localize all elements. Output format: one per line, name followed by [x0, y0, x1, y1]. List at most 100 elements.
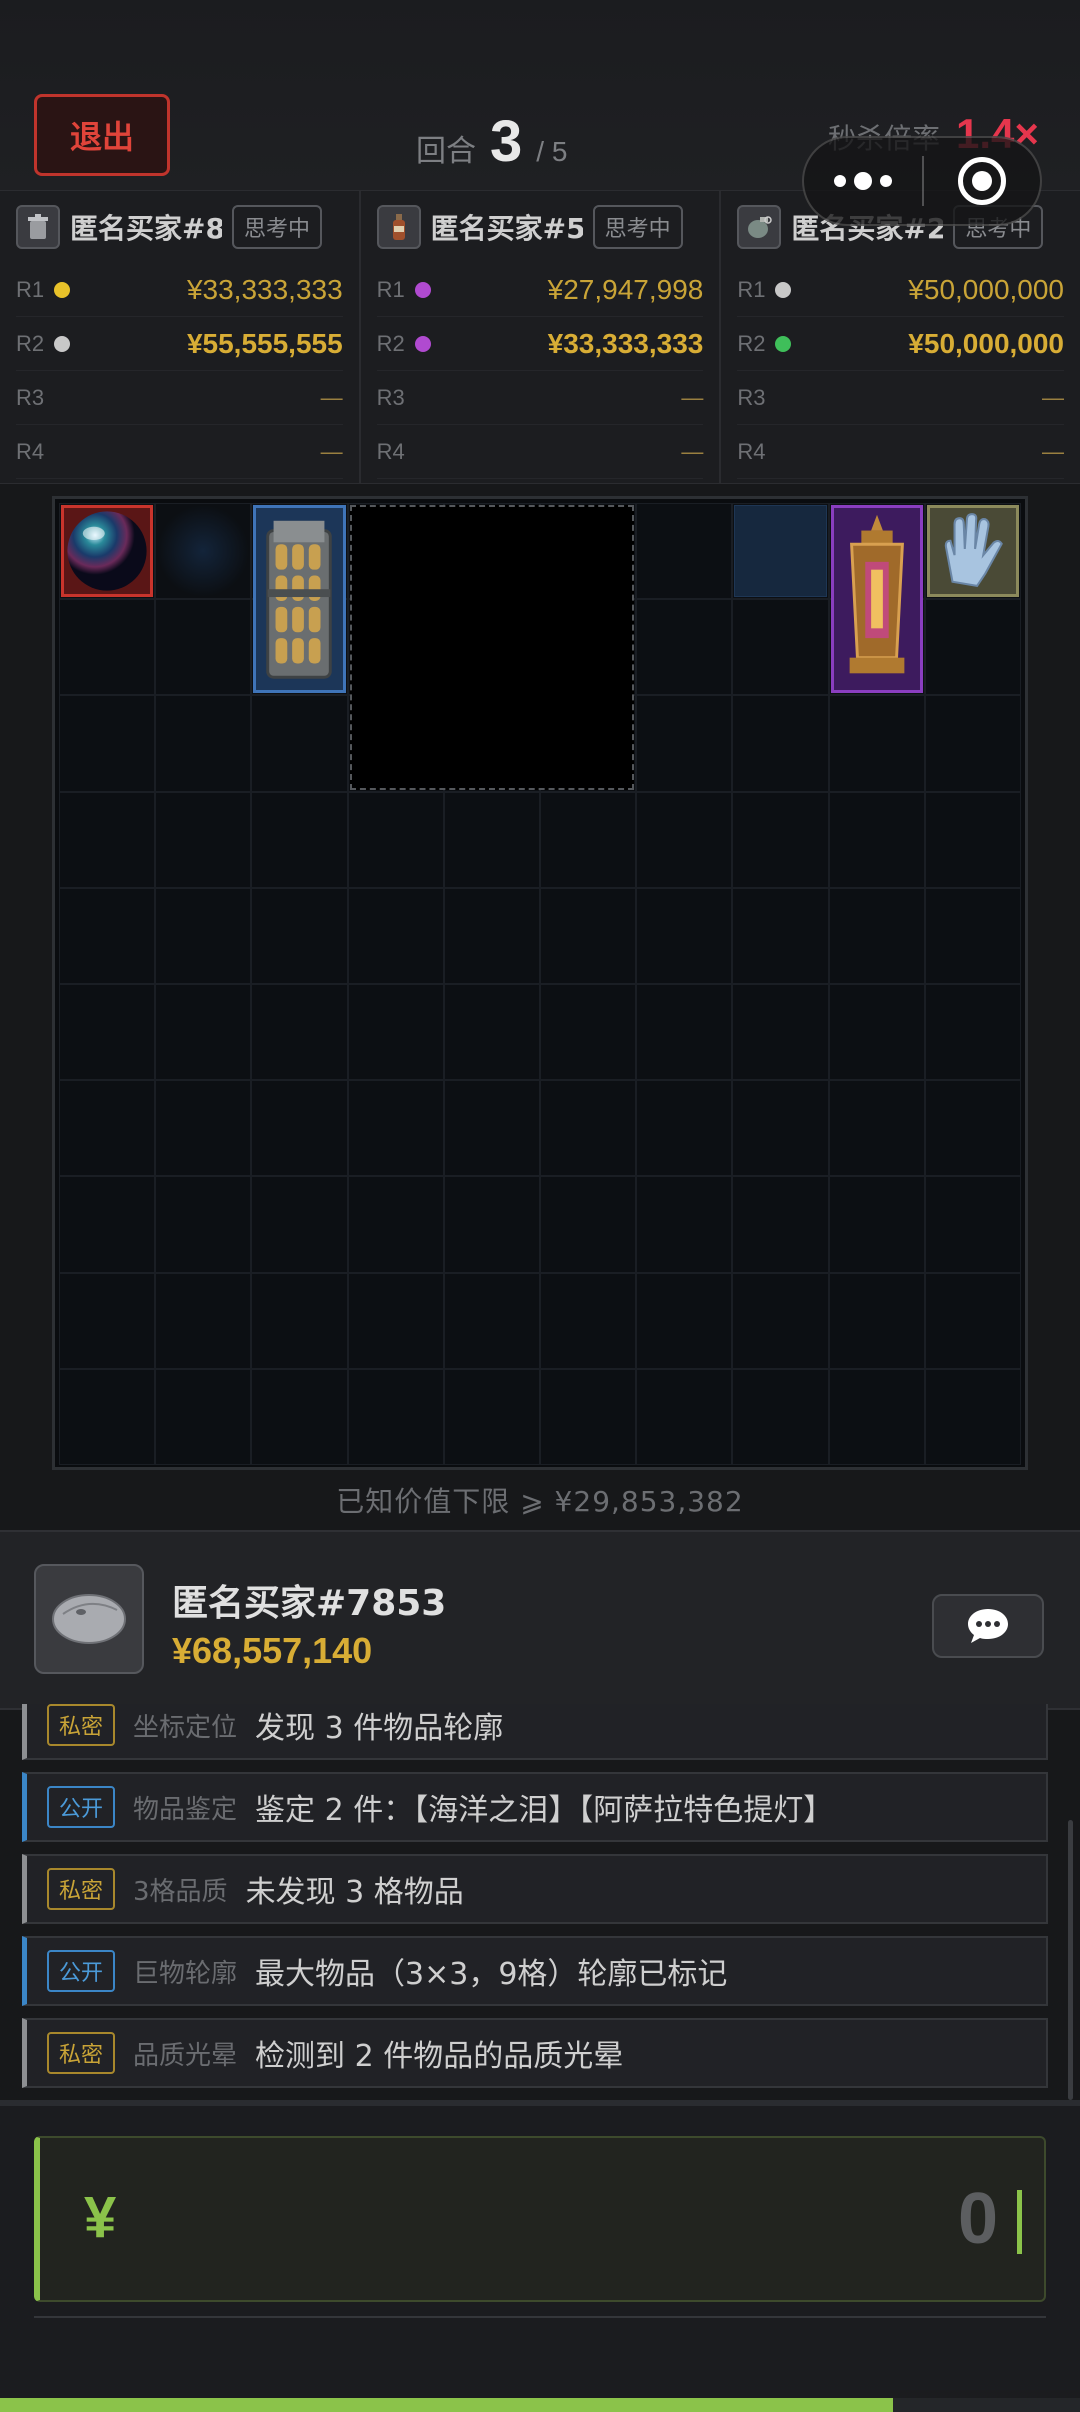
grid-cell [539, 1368, 637, 1465]
bottle-icon [376, 205, 421, 249]
log-text: 未发现 3 格物品 [245, 1875, 464, 1910]
log-entry: 公开 巨物轮廓 最大物品（3×3，9格）轮廓已标记 [22, 1936, 1048, 2006]
grid-cell [539, 1272, 637, 1369]
grid-cell [636, 599, 733, 696]
orb-item[interactable] [61, 505, 154, 598]
event-log[interactable]: 私密 坐标定位 发现 3 件物品轮廓 公开 物品鉴定 鉴定 2 件：【海洋之泪】【… [22, 1704, 1048, 2094]
bidder-status-badge: 思考中 [592, 205, 683, 249]
grid-cell [443, 1176, 540, 1273]
chat-button[interactable] [932, 1594, 1044, 1658]
bid-amount: — [681, 438, 704, 464]
quality-dot [775, 335, 792, 352]
bidder-status-badge: 思考中 [232, 205, 323, 249]
bid-amount: — [320, 384, 343, 410]
grid-cell [828, 1272, 925, 1369]
close-miniprogram-icon[interactable] [924, 157, 1040, 205]
text-caret [1017, 2190, 1022, 2254]
grid-cell [636, 503, 733, 600]
grid-cell [636, 1176, 733, 1273]
lantern-icon [836, 511, 918, 687]
bid-input-field[interactable]: ¥ 0 [34, 2136, 1046, 2302]
currency-symbol: ¥ [84, 2185, 117, 2250]
quality-dot [414, 335, 431, 352]
quality-dot [775, 281, 792, 298]
inventory-grid [52, 496, 1028, 1470]
grid-cell [828, 695, 925, 792]
grid-cell [924, 1080, 1021, 1177]
grid-cell [59, 599, 156, 696]
log-entry: 私密 坐标定位 发现 3 件物品轮廓 [22, 1704, 1048, 1760]
grid-cell [155, 1176, 252, 1273]
grid-cell [539, 1176, 637, 1273]
round-tag: R4 [737, 438, 766, 464]
log-entry: 私密 3格品质 未发现 3 格物品 [22, 1854, 1048, 1924]
visibility-tag: 私密 [47, 1868, 116, 1910]
grid-cell [251, 1176, 348, 1273]
grid-cell [251, 887, 348, 984]
log-entry: 私密 品质光晕 检测到 2 件物品的品质光晕 [22, 2018, 1048, 2088]
grid-cell [347, 1368, 444, 1465]
grid-cell [924, 983, 1021, 1081]
grid-cell [155, 1272, 252, 1369]
grid-cell [251, 1272, 348, 1369]
timer-progress-bar [0, 2398, 1080, 2412]
round-total: / 5 [536, 136, 568, 167]
grid-cell [155, 791, 252, 888]
log-text: 发现 3 件物品轮廓 [255, 1711, 504, 1746]
grid-cell [347, 887, 444, 984]
lantern-item[interactable] [830, 505, 923, 694]
grid-cell [828, 1176, 925, 1273]
grid-cell [251, 983, 348, 1081]
bid-amount: ¥50,000,000 [908, 327, 1065, 359]
log-category: 品质光晕 [133, 2040, 238, 2071]
grid-cell [924, 887, 1021, 984]
grid-cell [443, 887, 540, 984]
gloves-icon [932, 510, 1014, 592]
grid-cell [924, 791, 1021, 888]
bid-row: R2 ¥50,000,000 [737, 317, 1065, 371]
grid-cell [732, 1080, 829, 1177]
grid-cell [732, 791, 829, 888]
grid-cell [539, 1080, 637, 1177]
exit-button[interactable]: 退出 [34, 94, 170, 176]
grid-cell [59, 887, 156, 984]
grid-cell [347, 1080, 444, 1177]
bid-row: R3 — [16, 371, 343, 425]
log-scrollbar[interactable] [1068, 1820, 1073, 2100]
log-category: 坐标定位 [133, 1712, 238, 1743]
bid-amount: — [1042, 438, 1065, 464]
grid-cell [636, 791, 733, 888]
grid-cell [155, 1368, 252, 1465]
bid-row: R1 ¥27,947,998 [376, 263, 704, 317]
log-category: 3格品质 [133, 1876, 228, 1907]
bidder-column: 匿名买家#854 思考中 R1 ¥33,333,333 R2 ¥55,555,5… [0, 191, 361, 483]
grid-cell [155, 983, 252, 1081]
bidder-header: 匿名买家#514 思考中 [376, 191, 704, 263]
grid-cell [59, 1272, 156, 1369]
grid-cell [732, 599, 829, 696]
bid-input-value: 0 [957, 2179, 998, 2259]
mouse-icon [34, 1564, 144, 1674]
visibility-tag: 私密 [47, 1704, 116, 1746]
round-tag: R2 [376, 330, 405, 356]
more-menu-icon[interactable] [804, 172, 922, 190]
ghost-cell-dim [157, 505, 250, 598]
grid-cell [443, 1080, 540, 1177]
large-item-outline [349, 505, 635, 790]
grid-cell [732, 887, 829, 984]
grid-cell [59, 695, 156, 792]
grid-cell [539, 983, 637, 1081]
grid-cell [539, 887, 637, 984]
bid-amount: ¥55,555,555 [186, 327, 343, 359]
grid-cell [539, 791, 637, 888]
log-category: 巨物轮廓 [133, 1958, 238, 1989]
chat-bubble-icon [968, 1609, 1008, 1643]
log-text: 检测到 2 件物品的品质光晕 [255, 2039, 624, 2074]
bid-row: R3 — [376, 371, 704, 425]
grid-cell [443, 983, 540, 1081]
quality-dot [54, 335, 71, 352]
bid-amount: ¥50,000,000 [908, 273, 1065, 305]
ammo-box-item[interactable] [253, 505, 346, 694]
player-money: ¥68,557,140 [172, 1630, 373, 1671]
gloves-item[interactable] [926, 505, 1019, 598]
